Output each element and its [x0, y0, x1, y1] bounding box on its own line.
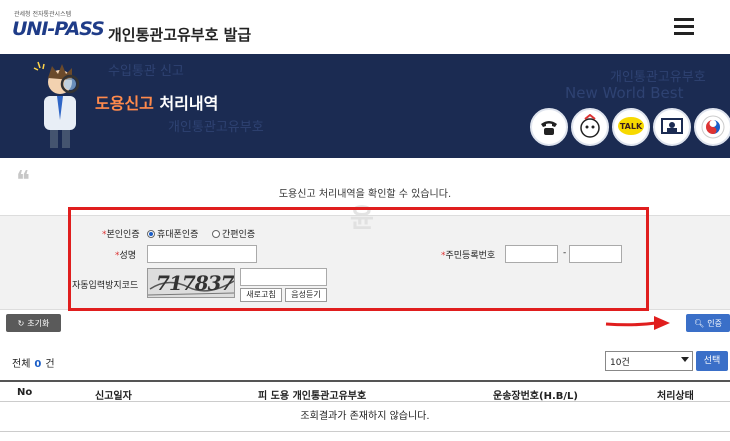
kakao-talk-icon[interactable]: TALK	[612, 108, 650, 146]
mascot-icon[interactable]	[571, 108, 609, 146]
column-header: 운송장번호(H.B/L)	[493, 391, 578, 402]
customs-emblem-icon[interactable]	[694, 108, 730, 146]
banner-ghost-text: 수입통관 신고	[108, 64, 184, 79]
banner-ghost-text: 개인통관고유부호	[168, 120, 264, 135]
banner-title: 도용신고 처리내역	[95, 90, 218, 114]
page-title: 개인통관고유부호 발급	[108, 26, 252, 44]
banner-title-rest: 처리내역	[153, 94, 219, 113]
total-count: 전체 0 건	[12, 359, 55, 370]
kakao-talk-label: TALK	[620, 122, 643, 131]
column-header: 피 도용 개인통관고유부호	[258, 391, 367, 402]
character-illustration	[33, 61, 80, 148]
logo-subtitle: 관세청 전자통관시스템	[14, 11, 72, 18]
banner: 수입통관 신고 개인통관고유부호 New World Best 개인통관고유부호…	[0, 54, 730, 158]
header: 관세청 전자통관시스템 UNI-PASS 개인통관고유부호 발급	[0, 0, 730, 54]
page-size-select[interactable]: 10건	[605, 351, 693, 371]
banner-ghost-text: 개인통관고유부호	[610, 70, 706, 85]
banner-ghost-text: New World Best	[565, 84, 684, 102]
column-header: 처리상태	[657, 391, 694, 402]
table-header: No 신고일자 피 도용 개인통관고유부호 운송장번호(H.B/L) 처리상태	[0, 380, 730, 402]
empty-row: 조회결과가 존재하지 않습니다.	[0, 402, 730, 432]
reset-button[interactable]: ↻ 초기화	[6, 314, 61, 332]
highlight-box	[68, 207, 649, 311]
menu-icon[interactable]	[674, 18, 694, 36]
column-header: 신고일자	[95, 391, 132, 402]
video-guide-icon[interactable]	[653, 108, 691, 146]
search-icon: 🔍︎	[694, 318, 705, 328]
logo-text: UNI-PASS	[12, 18, 105, 40]
phone-icon[interactable]	[530, 108, 568, 146]
column-header: No	[17, 387, 33, 398]
select-button[interactable]: 선택	[696, 351, 728, 371]
auth-button[interactable]: 🔍︎ 인증	[686, 314, 730, 332]
arrow-annotation	[605, 316, 670, 330]
unipass-logo[interactable]: 관세청 전자통관시스템 UNI-PASS	[12, 9, 105, 45]
banner-title-highlight: 도용신고	[95, 94, 154, 113]
chevron-down-icon	[681, 357, 689, 362]
refresh-icon: ↻	[17, 318, 25, 328]
